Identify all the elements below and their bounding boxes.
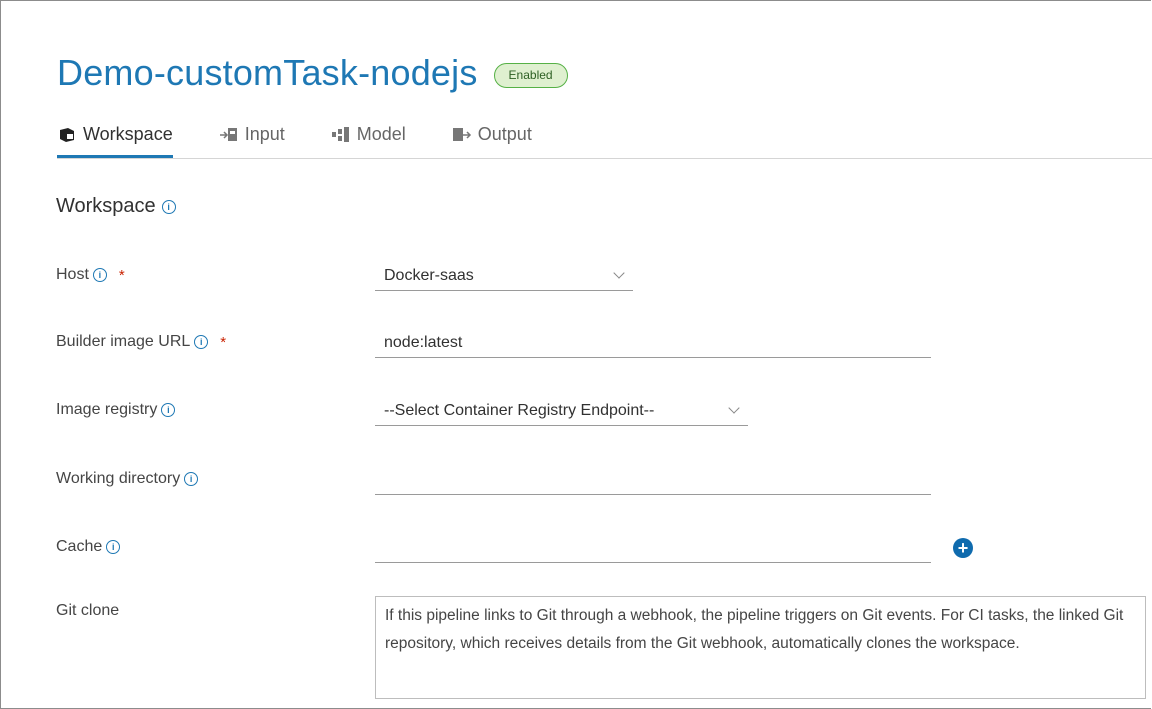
tab-label: Workspace xyxy=(83,124,173,144)
working-directory-label: Working directory i xyxy=(56,470,199,488)
builder-image-label-text: Builder image URL xyxy=(56,333,191,350)
tab-bar: Workspace Input Model Output xyxy=(57,120,1152,159)
builder-image-input[interactable]: node:latest xyxy=(375,332,931,358)
info-icon[interactable]: i xyxy=(106,540,121,554)
chevron-down-icon xyxy=(613,267,625,279)
tab-workspace[interactable]: Workspace xyxy=(57,120,173,158)
required-marker: * xyxy=(118,266,125,284)
info-icon[interactable]: i xyxy=(184,472,199,486)
tab-label: Model xyxy=(356,124,406,144)
host-select[interactable]: Docker-saas xyxy=(375,265,633,291)
chevron-down-icon xyxy=(728,402,740,414)
output-icon xyxy=(452,125,472,145)
image-registry-value: --Select Container Registry Endpoint-- xyxy=(384,402,655,419)
info-icon[interactable]: i xyxy=(161,199,176,214)
info-icon[interactable]: i xyxy=(194,335,209,349)
image-registry-label: Image registry i xyxy=(56,401,176,419)
info-icon[interactable]: i xyxy=(92,268,107,282)
section-title: Workspace i xyxy=(56,195,176,218)
add-cache-button[interactable]: + xyxy=(953,538,973,558)
builder-image-label: Builder image URL i * xyxy=(56,333,226,351)
tab-output[interactable]: Output xyxy=(452,120,532,157)
cache-label-text: Cache xyxy=(56,538,103,555)
required-marker: * xyxy=(220,333,227,351)
cache-input[interactable] xyxy=(375,537,931,563)
working-directory-label-text: Working directory xyxy=(56,470,181,487)
status-badge: Enabled xyxy=(493,62,568,88)
workspace-icon xyxy=(57,125,77,145)
builder-image-value: node:latest xyxy=(384,334,463,351)
tab-label: Input xyxy=(244,124,285,144)
section-title-text: Workspace xyxy=(56,195,156,217)
title-row: Demo-customTask-nodejs Enabled xyxy=(57,52,568,94)
tab-label: Output xyxy=(477,124,532,144)
cache-label: Cache i xyxy=(56,538,121,556)
host-label: Host i * xyxy=(56,266,125,284)
tab-model[interactable]: Model xyxy=(331,120,406,157)
input-icon xyxy=(219,125,239,145)
host-label-text: Host xyxy=(56,266,89,283)
image-registry-label-text: Image registry xyxy=(56,401,158,418)
blank-box xyxy=(216,182,242,226)
info-icon[interactable]: i xyxy=(161,403,176,417)
image-registry-select[interactable]: --Select Container Registry Endpoint-- xyxy=(375,400,748,426)
working-directory-input[interactable] xyxy=(375,469,931,495)
model-icon xyxy=(331,125,351,145)
git-clone-label: Git clone xyxy=(56,602,119,620)
git-clone-label-text: Git clone xyxy=(56,602,120,619)
page-title: Demo-customTask-nodejs xyxy=(57,52,478,93)
tab-input[interactable]: Input xyxy=(219,120,285,157)
git-clone-textarea[interactable]: If this pipeline links to Git through a … xyxy=(375,596,1146,699)
host-value: Docker-saas xyxy=(384,267,474,284)
